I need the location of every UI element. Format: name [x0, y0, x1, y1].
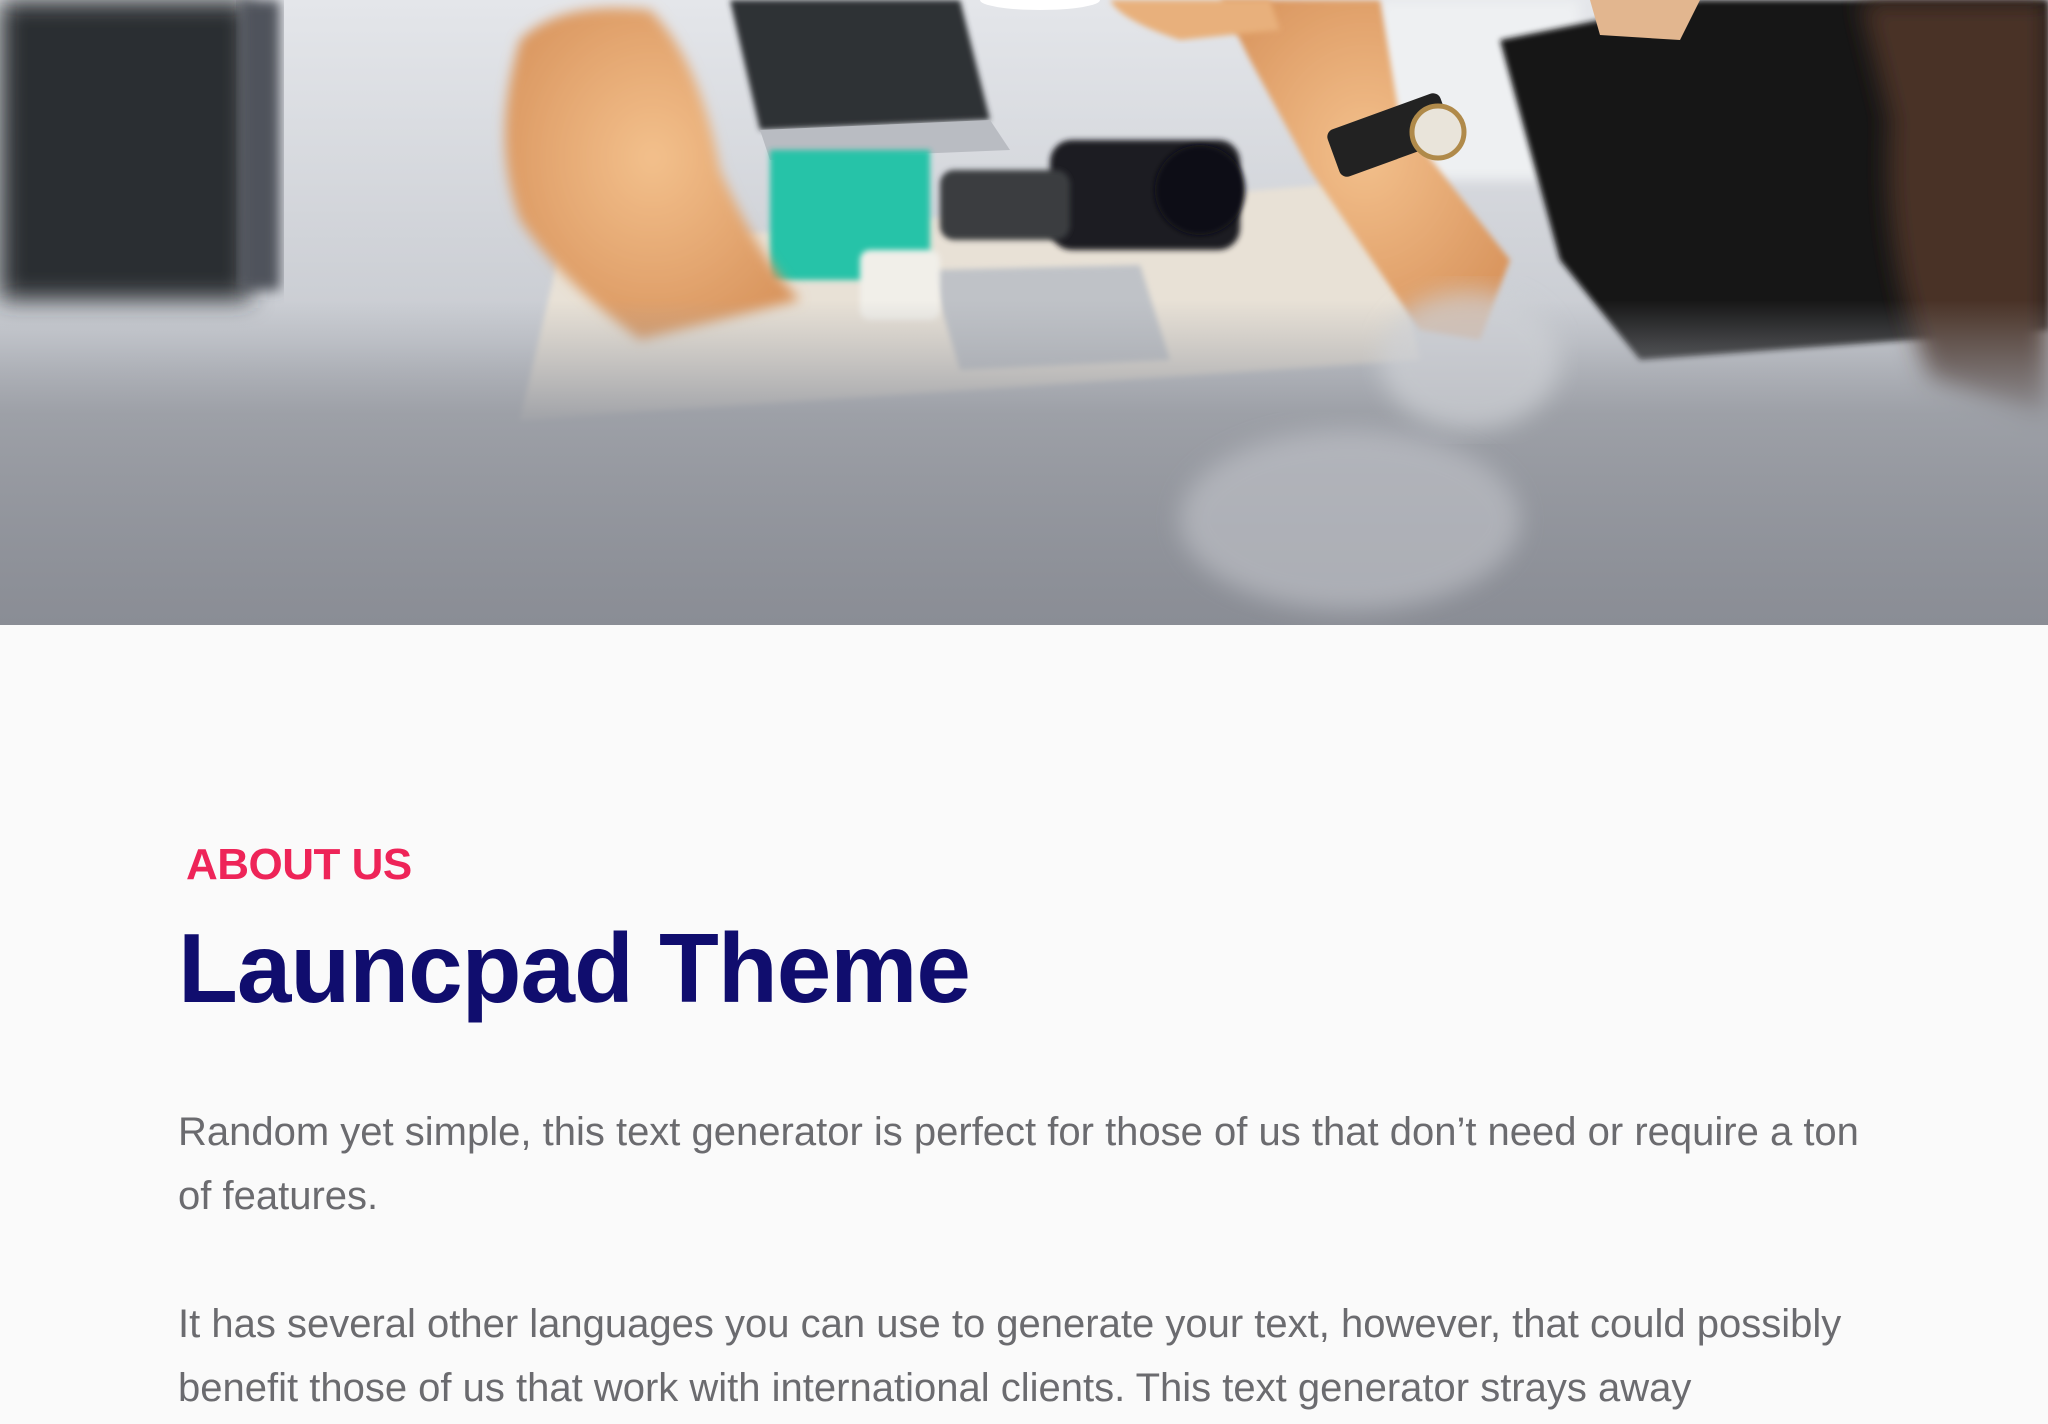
section-title: Launcpad Theme	[178, 913, 971, 1023]
about-paragraph-1: Random yet simple, this text generator i…	[178, 1110, 1859, 1218]
about-section: ABOUT US Launcpad Theme Random yet simpl…	[0, 625, 2048, 1424]
hero-image	[0, 0, 2048, 625]
team-meeting-photo	[0, 0, 2048, 625]
about-paragraph-2: It has several other languages you can u…	[178, 1302, 1842, 1410]
section-eyebrow: ABOUT US	[186, 840, 412, 889]
